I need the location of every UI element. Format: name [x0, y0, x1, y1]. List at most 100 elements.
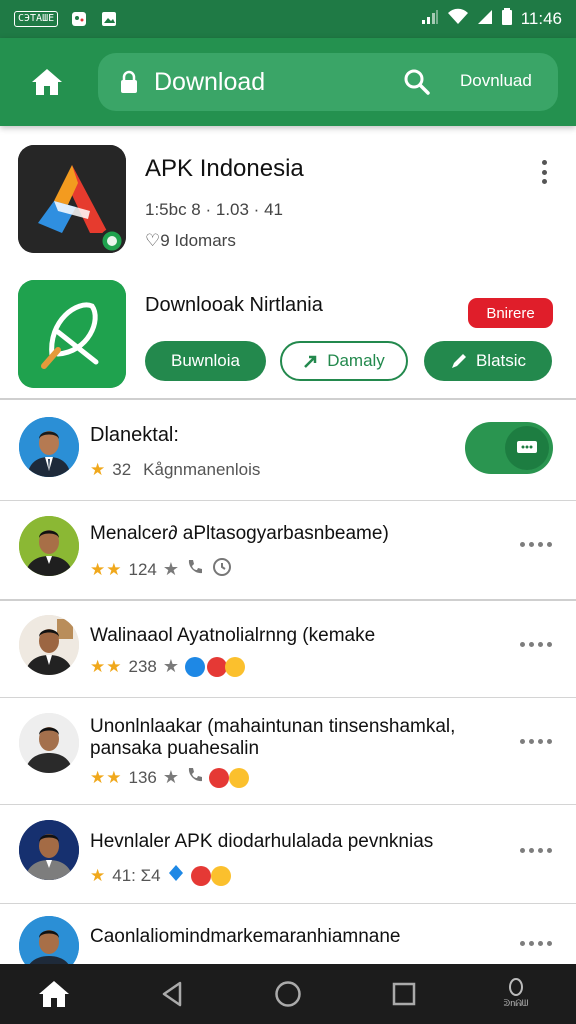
app-title: APK Indonesia — [145, 155, 304, 182]
list-item[interactable]: Unonlnlaakar (mahaintunan tinsenshamkal,… — [0, 698, 576, 804]
grey-star-icon: ★ — [162, 767, 179, 787]
phone-icon — [185, 557, 205, 582]
signal-icon-2 — [477, 9, 493, 30]
nav-home-button[interactable] — [36, 976, 72, 1012]
clock-time: 11:46 — [520, 9, 562, 28]
more-icon[interactable] — [520, 736, 552, 746]
signal-icon — [421, 9, 439, 30]
search-right-label[interactable]: Dovnluad — [460, 71, 532, 91]
toggle-knob — [505, 426, 549, 470]
list-item[interactable]: Caonlaliomindmarkemaranhiamnane — [0, 904, 576, 964]
list-item-title: Menalcer∂ aPltasogyarbasnbeame) — [90, 523, 389, 544]
rating-count: 41: Σ4 — [112, 865, 161, 885]
gamepad-icon — [70, 10, 88, 28]
battery-icon — [501, 7, 513, 31]
list-item-meta: ★★ 238 ★ — [90, 656, 245, 677]
status-bar: СЭТАШЕ 11:46 — [0, 0, 576, 38]
list-item-meta: ★ 41: Σ4 — [90, 863, 231, 888]
download-button[interactable]: Buwnloia — [145, 341, 266, 381]
smile-emoji-icon — [225, 656, 245, 677]
recents-icon — [392, 982, 416, 1006]
phone-icon — [185, 765, 205, 790]
recents-button[interactable] — [386, 976, 422, 1012]
star-icon: ★★ — [90, 656, 123, 676]
back-button[interactable] — [154, 976, 190, 1012]
star-icon: ★ — [90, 460, 107, 479]
photo-icon — [100, 10, 118, 28]
avatar — [19, 615, 79, 675]
app-title-2: Downlooak Nirtlania — [145, 294, 323, 316]
avatar — [19, 417, 79, 477]
arrow-icon — [304, 355, 317, 368]
screen: СЭТАШЕ 11:46 Download Dovnluad APK Indon… — [0, 0, 576, 1024]
list-item-title: Walinaaol Ayatnolialrnng (kemake — [90, 625, 376, 646]
chat-icon — [517, 441, 537, 453]
avatar — [19, 820, 79, 880]
home-icon — [32, 69, 62, 95]
heart-emoji-icon — [207, 656, 227, 677]
status-badge[interactable]: Bnirere — [468, 298, 553, 328]
home-icon — [39, 981, 69, 1007]
heart-emoji-icon — [190, 865, 211, 886]
app-card-1[interactable]: APK Indonesia 1:5bc 8 · 1.03 · 41 ♡9 Ido… — [0, 145, 576, 260]
circle-home-icon — [275, 981, 301, 1007]
star-icon: ★★ — [90, 767, 123, 787]
list-item-meta: ★★ 124 ★ — [90, 556, 233, 583]
list-item[interactable]: Walinaaol Ayatnolialrnng (kemake ★★ 238 … — [0, 601, 576, 697]
share-button[interactable]: Damaly — [280, 341, 408, 381]
list-item[interactable]: Hevnlaler APK diodarhulalada pevnknias ★… — [0, 805, 576, 903]
avatar — [19, 916, 79, 964]
list-item-title: Hevnlaler APK diodarhulalada pevnknias — [90, 831, 434, 852]
leaf-app-icon — [18, 280, 126, 388]
wifi-icon — [447, 8, 469, 31]
more-icon[interactable] — [520, 639, 552, 649]
star-icon: ★ — [90, 865, 107, 885]
avatar — [19, 713, 79, 773]
share-button-label: Damaly — [327, 351, 385, 370]
heart-emoji-icon — [209, 767, 229, 788]
more-icon[interactable] — [520, 845, 552, 855]
rating-count: 32 — [112, 460, 132, 479]
download-button-label: Buwnloia — [171, 351, 240, 370]
star-icon: ★★ — [90, 559, 123, 579]
list-item-meta: ★ 32 Kågnmanenlois — [90, 460, 260, 480]
smile-emoji-icon — [229, 767, 249, 788]
search-icon[interactable] — [403, 68, 431, 96]
more-icon[interactable] — [520, 539, 552, 549]
edit-button[interactable]: Blatsic — [424, 341, 552, 381]
back-icon — [162, 981, 182, 1007]
smile-emoji-icon — [210, 865, 231, 886]
list-item-title: Unonlnlaakar (mahaintunan tinsenshamkal, — [90, 716, 456, 737]
search-bar[interactable]: Download Dovnluad — [98, 53, 558, 111]
rating-count: 136 — [128, 767, 157, 787]
list-item[interactable]: Menalcer∂ aPltasogyarbasnbeame) ★★ 124 ★ — [0, 501, 576, 599]
app-bar: Download Dovnluad — [0, 38, 576, 126]
home-button[interactable] — [26, 62, 68, 102]
app-card-2[interactable]: Downlooak Nirtlania Bnirere Buwnloia Dam… — [0, 280, 576, 390]
lock-icon — [120, 70, 140, 94]
list-item-subtitle: pansaka puahesalin — [90, 738, 260, 759]
grey-star-icon: ★ — [162, 656, 179, 676]
more-icon[interactable] — [520, 938, 552, 948]
system-home-button[interactable] — [270, 976, 306, 1012]
avatar — [19, 516, 79, 576]
puzzle-icon — [167, 863, 185, 888]
app-meta-2: ♡9 Idomars — [145, 231, 236, 250]
list-item-title: Dlanektal: — [90, 424, 179, 446]
list-item-title: Caonlaliomindmarkemaranhiamnane — [90, 926, 401, 947]
pencil-icon — [451, 354, 466, 368]
list-item-meta: ★★ 136 ★ — [90, 765, 249, 790]
rating-count: 238 — [128, 656, 157, 676]
blue-emoji-icon — [185, 656, 205, 677]
list-item-subtitle: Kågnmanenlois — [143, 460, 261, 479]
rating-count: 124 — [128, 559, 157, 579]
toggle-switch[interactable] — [465, 422, 553, 474]
app-meta: 1:5bc 8 · 1.03 · 41 — [145, 200, 283, 219]
edit-button-label: Blatsic — [475, 351, 527, 370]
search-title: Download — [154, 67, 266, 96]
kebab-icon[interactable] — [534, 157, 554, 187]
navigation-bar: ᕲnᕱᗯ — [0, 964, 576, 1024]
app-logo-icon — [18, 145, 126, 253]
nav-label: ᕲnᕱᗯ — [503, 998, 529, 1008]
status-chip: СЭТАШЕ — [14, 11, 59, 27]
